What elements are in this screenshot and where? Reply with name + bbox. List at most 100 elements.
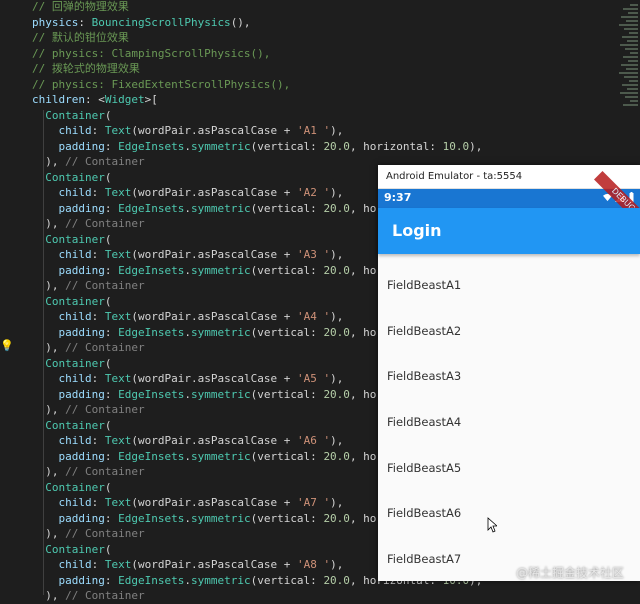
scroll-list[interactable]: FieldBeastA1 FieldBeastA2 FieldBeastA3 Fiel… [378, 254, 640, 581]
code-token: . [184, 263, 191, 277]
code-token: // Container [65, 465, 145, 478]
code-token: Container [45, 232, 105, 246]
code-token: child [58, 310, 92, 323]
minimap-line [622, 84, 638, 86]
code-token: 20.0 [323, 263, 350, 277]
code-token: 'A6 ' [296, 434, 331, 447]
code-line[interactable]: // 默认的钳位效果 [32, 30, 482, 46]
code-token: ), [330, 558, 344, 571]
code-token: (wordPair.asPascalCase + [131, 186, 297, 199]
code-line[interactable]: // 回弹的物理效果 [32, 0, 482, 15]
minimap-line [621, 64, 638, 66]
code-token: EdgeInsets [118, 573, 185, 587]
code-token: ), [32, 217, 66, 230]
status-bar: 9:37 DEBUG [378, 171, 640, 229]
minimap-line [619, 72, 638, 74]
code-token: ), [32, 527, 66, 540]
list-item[interactable]: FieldBeastA6 [378, 491, 640, 537]
code-token: : [104, 511, 119, 525]
code-token: ), [32, 403, 66, 416]
code-token: 20.0 [323, 511, 350, 525]
code-line[interactable]: children: <Widget>[ [32, 92, 482, 108]
code-token: , horizontal: [349, 139, 443, 153]
minimap-line [628, 60, 638, 62]
code-token: : [104, 387, 119, 401]
code-token: // 拨轮式的物理效果 [32, 62, 140, 75]
code-token: padding [58, 573, 105, 587]
code-token: : [91, 434, 105, 447]
code-line[interactable]: physics: BouncingScrollPhysics(), [32, 15, 482, 31]
code-token: Container [45, 356, 105, 370]
code-line[interactable]: // physics: FixedExtentScrollPhysics(), [32, 77, 482, 93]
minimap-line [629, 80, 638, 82]
code-token: Text [104, 124, 132, 137]
code-token: // 回弹的物理效果 [32, 0, 129, 13]
list-item[interactable]: FieldBeastA5 [378, 446, 640, 492]
code-token: : [104, 573, 119, 587]
code-token: Text [104, 186, 132, 199]
lightbulb-icon[interactable]: 💡 [0, 340, 14, 352]
list-item[interactable]: FieldBeastA3 [378, 354, 640, 400]
code-token: child [58, 558, 92, 571]
code-token: EdgeInsets [118, 387, 185, 401]
code-token: (vertical: [250, 387, 324, 401]
code-token: // Container [65, 217, 145, 230]
code-token: symmetric [190, 449, 251, 463]
code-line[interactable]: padding: EdgeInsets.symmetric(vertical: … [32, 139, 483, 155]
code-line[interactable]: ), // Container [32, 588, 482, 604]
list-item[interactable]: FieldBeastA4 [378, 400, 640, 446]
code-token: ), [330, 372, 344, 385]
list-item[interactable]: FieldBeastA2 [378, 309, 640, 355]
code-token: // Container [65, 527, 145, 540]
code-token: Text [104, 558, 132, 571]
minimap-line [619, 24, 638, 26]
minimap-line [621, 16, 638, 18]
code-line[interactable]: // physics: ClampingScrollPhysics(), [32, 46, 482, 62]
code-token: ( [104, 542, 112, 556]
minimap-line [630, 100, 638, 102]
code-token: (), [230, 15, 251, 29]
code-token: Container [45, 418, 105, 432]
code-token: 20.0 [323, 201, 350, 215]
code-line[interactable]: // 拨轮式的物理效果 [32, 61, 482, 77]
code-token: child [58, 248, 92, 261]
minimap-line [630, 4, 638, 6]
code-token: (vertical: [250, 201, 324, 215]
code-line[interactable]: child: Text(wordPair.asPascalCase + 'A1 … [32, 123, 482, 139]
android-emulator-window[interactable]: Android Emulator - ta:5554 9:37 DEBUG Lo… [378, 165, 640, 581]
code-token: 20.0 [323, 387, 350, 401]
code-token: : [104, 449, 119, 463]
code-token: ), [330, 186, 344, 199]
code-token: : [91, 124, 105, 137]
code-token: . [184, 325, 191, 339]
code-token: (wordPair.asPascalCase + [131, 434, 297, 447]
minimap-line [622, 36, 638, 38]
code-token: . [184, 201, 191, 215]
minimap-line [624, 76, 638, 78]
code-token: ( [104, 232, 112, 246]
code-line[interactable]: Container( [32, 108, 482, 124]
code-token: ( [104, 170, 112, 184]
code-token: 'A3 ' [296, 248, 331, 261]
code-token: // Container [65, 403, 145, 416]
code-token: 'A2 ' [296, 186, 331, 199]
minimap-line [623, 56, 638, 58]
list-item[interactable]: FieldBeastA1 [378, 263, 640, 309]
minimap-line [623, 104, 638, 106]
code-token: : [91, 248, 105, 261]
code-token: : [91, 558, 105, 571]
minimap[interactable] [618, 0, 640, 110]
code-token: EdgeInsets [118, 139, 185, 153]
code-token: ), [330, 124, 344, 137]
code-token: . [184, 511, 191, 525]
minimap-line [626, 68, 638, 70]
code-token: (wordPair.asPascalCase + [131, 558, 297, 571]
